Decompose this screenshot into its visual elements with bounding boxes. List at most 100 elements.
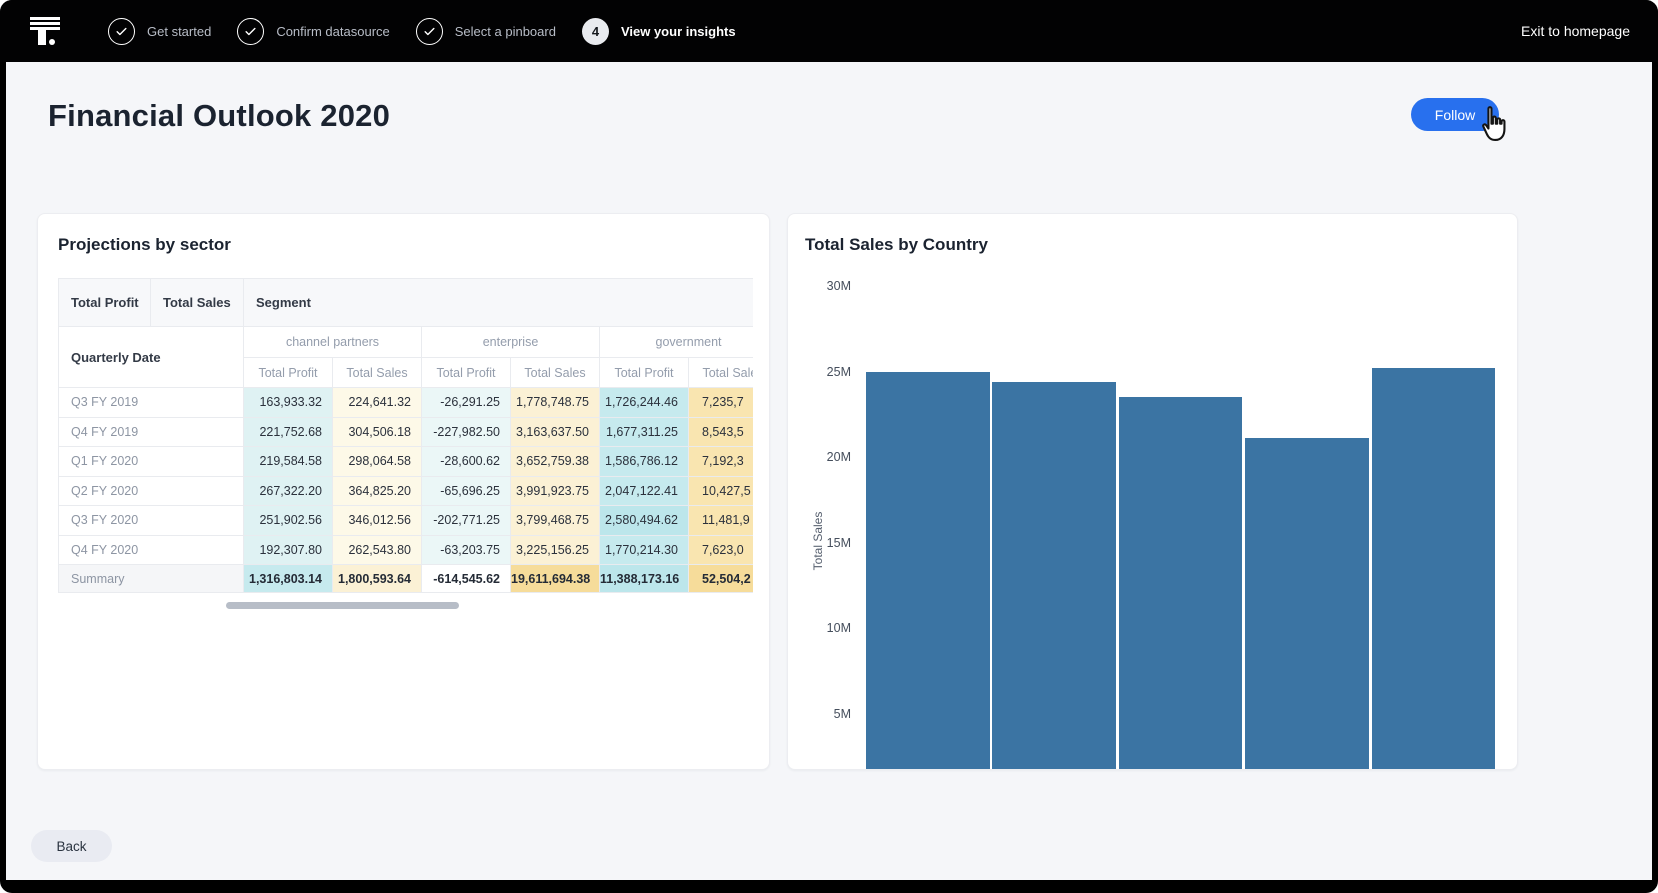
check-icon [108,18,135,45]
check-icon [416,18,443,45]
value-cell: 304,506.18 [333,417,422,447]
onboarding-stepper-bar: Get started Confirm datasource Select a pi… [0,0,1658,62]
row-label-cell: Q4 FY 2019 [59,417,244,447]
segment-group-cell: enterprise [422,327,600,358]
measure-header-cell: Total Sales [151,279,244,327]
step-label: View your insights [621,24,736,39]
value-cell: 346,012.56 [333,506,422,536]
value-cell: 3,652,759.38 [511,447,600,477]
value-cell: 19,611,694.38 [511,565,600,593]
sub-measure-cell: Total Profit [244,358,333,388]
stepper-step[interactable]: Confirm datasource [237,18,389,45]
value-cell: 3,163,637.50 [511,417,600,447]
value-cell: 262,543.80 [333,535,422,565]
table-row: Q2 FY 2020267,322.20364,825.20-65,696.25… [59,476,754,506]
value-cell: -202,771.25 [422,506,511,536]
table-row: Q3 FY 2019163,933.32224,641.32-26,291.25… [59,388,754,418]
y-axis-tick-label: 15M [788,534,851,552]
stepper-step[interactable]: Get started [108,18,211,45]
pivot-table: Total ProfitTotal SalesSegmentQuarterly … [58,278,753,593]
value-cell: 1,316,803.14 [244,565,333,593]
sub-measure-cell: Total Sales [333,358,422,388]
bar-total-sales[interactable] [992,382,1116,770]
row-label-cell: Q3 FY 2019 [59,388,244,418]
table-header-row: Total ProfitTotal SalesSegment [59,279,754,327]
table-row: Q3 FY 2020251,902.56346,012.56-202,771.2… [59,506,754,536]
exit-to-homepage-link[interactable]: Exit to homepage [1521,23,1630,39]
measure-header-cell: Total Profit [59,279,151,327]
thoughtspot-logo-icon [30,13,62,49]
back-button[interactable]: Back [31,830,112,862]
value-cell: 7,623,0 [689,535,754,565]
table-row: Q4 FY 2019221,752.68304,506.18-227,982.5… [59,417,754,447]
value-cell: 7,192,3 [689,447,754,477]
segment-group-cell: government [600,327,754,358]
value-cell: 192,307.80 [244,535,333,565]
step-number: 4 [582,18,609,45]
y-axis-tick-label: 20M [788,448,851,466]
table-horizontal-scrollbar[interactable] [226,602,459,609]
sub-measure-cell: Total Profit [600,358,689,388]
pivot-card-title: Projections by sector [58,235,231,255]
page-title: Financial Outlook 2020 [48,98,390,134]
table-row: Q1 FY 2020219,584.58298,064.58-28,600.62… [59,447,754,477]
value-cell: 2,580,494.62 [600,506,689,536]
main-content: Financial Outlook 2020 Follow Projection… [6,62,1652,880]
bar-total-sales[interactable] [1119,397,1243,770]
y-axis-tick-label: 25M [788,363,851,381]
value-cell: 3,225,156.25 [511,535,600,565]
value-cell: -65,696.25 [422,476,511,506]
row-label-cell: Q2 FY 2020 [59,476,244,506]
value-cell: -26,291.25 [422,388,511,418]
value-cell: 3,991,923.75 [511,476,600,506]
table-row: Q4 FY 2020192,307.80262,543.80-63,203.75… [59,535,754,565]
total-sales-chart-card: Total Sales by Country Total Sales 30M25… [787,213,1518,770]
value-cell: 10,427,5 [689,476,754,506]
segment-group-cell: channel partners [244,327,422,358]
value-cell: 267,322.20 [244,476,333,506]
pivot-table-viewport: Total ProfitTotal SalesSegmentQuarterly … [58,278,753,593]
bar-total-sales[interactable] [1372,368,1496,770]
y-axis-tick-label: 5M [788,705,851,723]
value-cell: 1,770,214.30 [600,535,689,565]
value-cell: 8,543,5 [689,417,754,447]
value-cell: 11,388,173.16 [600,565,689,593]
sub-measure-cell: Total Sales [511,358,600,388]
value-cell: -227,982.50 [422,417,511,447]
value-cell: 1,800,593.64 [333,565,422,593]
value-cell: 364,825.20 [333,476,422,506]
projections-card: Projections by sector Total ProfitTotal … [37,213,770,770]
value-cell: -28,600.62 [422,447,511,477]
segment-header-cell: Segment [244,279,754,327]
value-cell: 3,799,468.75 [511,506,600,536]
value-cell: 2,047,122.41 [600,476,689,506]
group-header-row: Quarterly Datechannel partnersenterprise… [59,327,754,358]
chart-title: Total Sales by Country [805,235,988,255]
summary-row: Summary1,316,803.141,800,593.64-614,545.… [59,565,754,593]
value-cell: 1,778,748.75 [511,388,600,418]
value-cell: -614,545.62 [422,565,511,593]
value-cell: 52,504,2 [689,565,754,593]
step-label: Select a pinboard [455,24,556,39]
row-label-cell: Summary [59,565,244,593]
check-icon [237,18,264,45]
stepper-step[interactable]: Select a pinboard [416,18,556,45]
stepper-step[interactable]: 4 View your insights [582,18,736,45]
value-cell: 163,933.32 [244,388,333,418]
app-window: Get started Confirm datasource Select a pi… [0,0,1658,893]
value-cell: 7,235,7 [689,388,754,418]
follow-button[interactable]: Follow [1411,98,1499,131]
sub-measure-cell: Total Profit [422,358,511,388]
value-cell: 298,064.58 [333,447,422,477]
bar-total-sales[interactable] [866,372,990,771]
row-dimension-header-cell: Quarterly Date [59,327,244,388]
value-cell: 1,726,244.46 [600,388,689,418]
value-cell: 1,677,311.25 [600,417,689,447]
value-cell: 221,752.68 [244,417,333,447]
y-axis-tick-label: 30M [788,277,851,295]
step-label: Confirm datasource [276,24,389,39]
row-label-cell: Q1 FY 2020 [59,447,244,477]
row-label-cell: Q3 FY 2020 [59,506,244,536]
value-cell: 11,481,9 [689,506,754,536]
bar-total-sales[interactable] [1245,438,1369,770]
